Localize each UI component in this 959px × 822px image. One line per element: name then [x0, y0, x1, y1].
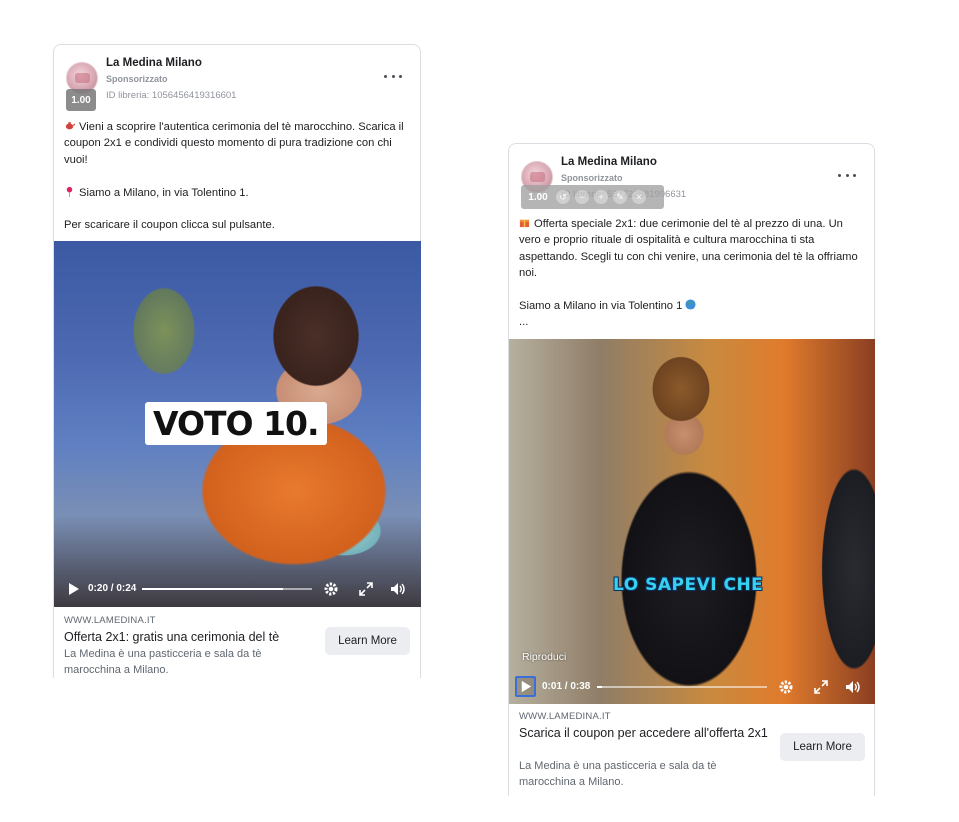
globe-emoji-icon	[685, 299, 697, 310]
link-headline[interactable]: Offerta 2x1: gratis una cerimonia del tè	[64, 629, 314, 645]
ad-header: 1.00 La Medina Milano Sponsorizzato ID l…	[54, 45, 420, 111]
settings-gear-icon[interactable]	[777, 678, 795, 696]
volume-icon[interactable]	[389, 580, 407, 598]
seek-bar[interactable]	[142, 588, 312, 590]
ad-body-text: Offerta speciale 2x1: due cerimonie del …	[519, 216, 864, 331]
zoom-toolbar[interactable]: 1.00 ↺ − + ✎ ×	[521, 185, 664, 209]
video-caption: LO SAPEVI CHE	[613, 575, 764, 595]
gift-emoji-icon	[519, 219, 530, 228]
settings-gear-icon[interactable]	[322, 580, 340, 598]
zoom-level-value: 1.00	[528, 191, 548, 203]
zoom-out-icon[interactable]: −	[575, 190, 589, 204]
ad-body-text: Vieni a scoprire l'autentica cerimonia d…	[64, 119, 414, 234]
sponsored-label: Sponsorizzato	[106, 74, 168, 84]
body-line-2: Siamo a Milano in via Tolentino 1	[519, 300, 683, 313]
ad-video[interactable]: VOTO 10. 0:20 / 0:24	[54, 241, 421, 607]
volume-icon[interactable]	[844, 678, 862, 696]
link-domain: WWW.LAMEDINA.IT	[64, 615, 156, 626]
play-tooltip: Riproduci	[522, 651, 567, 663]
zoom-in-icon[interactable]: +	[594, 190, 608, 204]
play-icon[interactable]	[64, 580, 82, 598]
pen-icon[interactable]: ✎	[613, 190, 627, 204]
link-description: La Medina è una pasticceria e sala da tè…	[64, 648, 262, 676]
video-controls: 0:20 / 0:24	[54, 575, 421, 603]
more-options-icon[interactable]	[838, 168, 856, 182]
fullscreen-icon[interactable]	[812, 678, 830, 696]
seek-fill	[142, 588, 284, 590]
pin-emoji-icon	[66, 186, 73, 197]
learn-more-button[interactable]: Learn More	[780, 733, 865, 761]
video-time: 0:20 / 0:24	[88, 583, 137, 594]
body-line-2: Siamo a Milano, in via Tolentino 1.	[79, 186, 249, 199]
body-line-3: Per scaricare il coupon clicca sul pulsa…	[64, 219, 275, 232]
seek-fill	[597, 686, 603, 688]
body-line-1: Offerta speciale 2x1: due cerimonie del …	[519, 218, 858, 280]
ad-card-2: La Medina Milano Sponsorizzato ID librer…	[508, 143, 875, 796]
zoom-reset-icon[interactable]: ↺	[556, 190, 570, 204]
video-time: 0:01 / 0:38	[542, 681, 591, 692]
play-icon[interactable]	[515, 676, 536, 697]
ad-card-1: 1.00 La Medina Milano Sponsorizzato ID l…	[53, 44, 421, 678]
close-icon[interactable]: ×	[632, 190, 646, 204]
teapot-emoji-icon	[65, 122, 75, 130]
library-id: ID libreria: 1056456419316601	[106, 90, 237, 101]
seek-bar[interactable]	[597, 686, 767, 688]
zoom-level-badge[interactable]: 1.00	[66, 89, 96, 111]
video-controls: 0:01 / 0:38	[509, 673, 875, 701]
link-headline[interactable]: Scarica il coupon per accedere all'offer…	[519, 725, 769, 741]
video-caption: VOTO 10.	[145, 402, 327, 445]
page-name-link[interactable]: La Medina Milano	[561, 156, 657, 168]
see-more-ellipsis[interactable]: ...	[519, 316, 528, 328]
ad-header: La Medina Milano Sponsorizzato ID librer…	[509, 144, 874, 210]
link-domain: WWW.LAMEDINA.IT	[519, 711, 611, 722]
link-description: La Medina è una pasticceria e sala da tè…	[519, 760, 717, 788]
fullscreen-icon[interactable]	[357, 580, 375, 598]
more-options-icon[interactable]	[384, 69, 402, 83]
page-name-link[interactable]: La Medina Milano	[106, 57, 202, 69]
learn-more-button[interactable]: Learn More	[325, 627, 410, 655]
sponsored-label: Sponsorizzato	[561, 173, 623, 183]
ad-video[interactable]: LO SAPEVI CHE Riproduci 0:01 / 0:38	[509, 339, 875, 704]
body-line-1: Vieni a scoprire l'autentica cerimonia d…	[64, 121, 404, 166]
